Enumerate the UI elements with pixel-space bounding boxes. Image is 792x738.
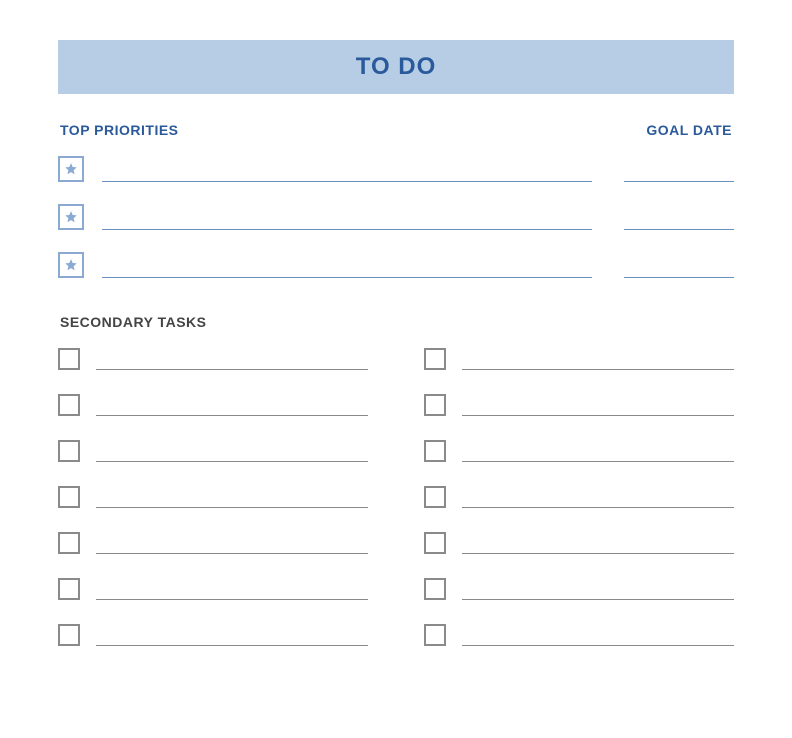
- secondary-row: [58, 532, 368, 554]
- priority-task-input[interactable]: [102, 208, 592, 230]
- secondary-task-input[interactable]: [96, 580, 368, 600]
- secondary-checkbox[interactable]: [424, 624, 446, 646]
- priority-row: [58, 204, 734, 230]
- priority-goal-date-input[interactable]: [624, 256, 734, 278]
- secondary-task-input[interactable]: [462, 626, 734, 646]
- secondary-task-input[interactable]: [462, 534, 734, 554]
- star-icon: [64, 210, 78, 224]
- secondary-task-input[interactable]: [96, 442, 368, 462]
- secondary-row: [58, 578, 368, 600]
- priority-goal-date-input[interactable]: [624, 160, 734, 182]
- secondary-task-input[interactable]: [462, 350, 734, 370]
- secondary-row: [58, 624, 368, 646]
- goal-date-label: GOAL DATE: [646, 122, 732, 138]
- priority-row: [58, 252, 734, 278]
- priority-task-input[interactable]: [102, 160, 592, 182]
- secondary-task-input[interactable]: [96, 534, 368, 554]
- secondary-checkbox[interactable]: [58, 394, 80, 416]
- secondary-col-left: [58, 348, 368, 646]
- secondary-checkbox[interactable]: [424, 486, 446, 508]
- secondary-checkbox[interactable]: [58, 624, 80, 646]
- priority-star-box[interactable]: [58, 204, 84, 230]
- secondary-task-input[interactable]: [462, 396, 734, 416]
- secondary-row: [424, 624, 734, 646]
- priority-row: [58, 156, 734, 182]
- secondary-row: [424, 394, 734, 416]
- secondary-checkbox[interactable]: [424, 440, 446, 462]
- secondary-task-input[interactable]: [96, 488, 368, 508]
- secondary-row: [424, 348, 734, 370]
- priority-task-input[interactable]: [102, 256, 592, 278]
- secondary-checkbox[interactable]: [424, 578, 446, 600]
- secondary-task-input[interactable]: [462, 580, 734, 600]
- secondary-task-input[interactable]: [96, 396, 368, 416]
- secondary-row: [424, 532, 734, 554]
- secondary-row: [58, 440, 368, 462]
- secondary-row: [424, 578, 734, 600]
- secondary-grid: [58, 348, 734, 646]
- secondary-task-input[interactable]: [462, 488, 734, 508]
- secondary-checkbox[interactable]: [58, 532, 80, 554]
- secondary-checkbox[interactable]: [58, 440, 80, 462]
- secondary-tasks-label: SECONDARY TASKS: [60, 314, 734, 330]
- secondary-col-right: [424, 348, 734, 646]
- secondary-row: [58, 486, 368, 508]
- secondary-row: [58, 394, 368, 416]
- priority-star-box[interactable]: [58, 252, 84, 278]
- secondary-checkbox[interactable]: [58, 348, 80, 370]
- secondary-row: [424, 440, 734, 462]
- secondary-task-input[interactable]: [462, 442, 734, 462]
- secondary-task-input[interactable]: [96, 626, 368, 646]
- star-icon: [64, 162, 78, 176]
- page-title: TO DO: [356, 53, 437, 81]
- secondary-checkbox[interactable]: [58, 486, 80, 508]
- secondary-checkbox[interactable]: [424, 394, 446, 416]
- priority-headers: TOP PRIORITIES GOAL DATE: [58, 122, 734, 138]
- priority-star-box[interactable]: [58, 156, 84, 182]
- secondary-row: [58, 348, 368, 370]
- secondary-task-input[interactable]: [96, 350, 368, 370]
- secondary-checkbox[interactable]: [58, 578, 80, 600]
- priority-rows: [58, 156, 734, 278]
- secondary-checkbox[interactable]: [424, 348, 446, 370]
- star-icon: [64, 258, 78, 272]
- secondary-row: [424, 486, 734, 508]
- title-bar: TO DO: [58, 40, 734, 94]
- top-priorities-label: TOP PRIORITIES: [60, 122, 179, 138]
- priority-goal-date-input[interactable]: [624, 208, 734, 230]
- secondary-checkbox[interactable]: [424, 532, 446, 554]
